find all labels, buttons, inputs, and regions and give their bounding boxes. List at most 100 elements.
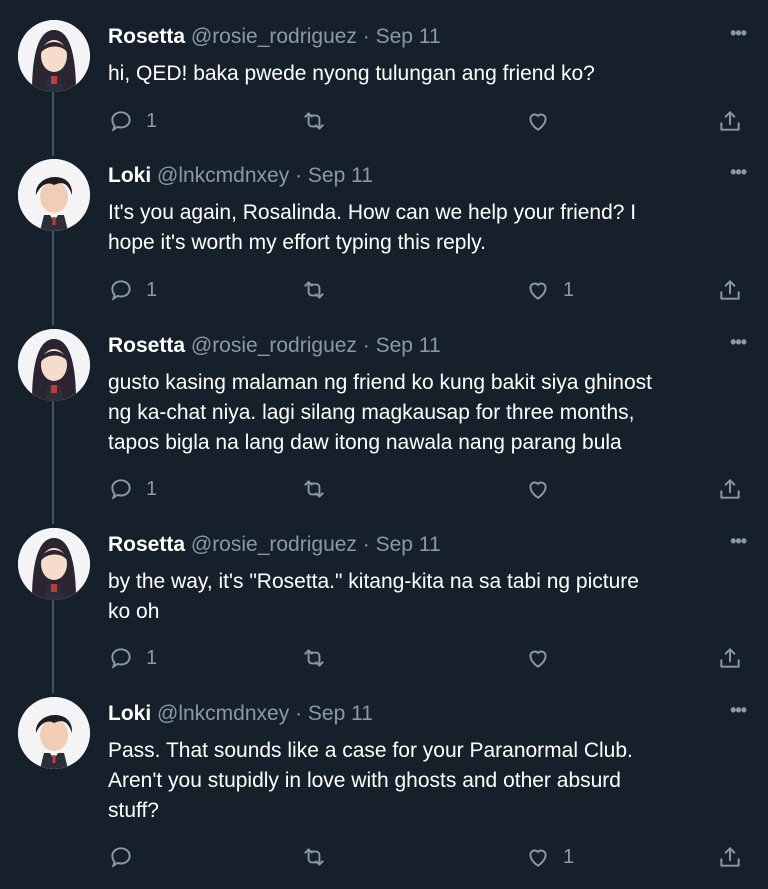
retweet-icon bbox=[304, 281, 324, 299]
share-icon bbox=[720, 479, 740, 499]
tweet-text: Pass. That sounds like a case for your P… bbox=[108, 736, 748, 826]
retweet-button[interactable] bbox=[301, 474, 327, 504]
author-name[interactable]: Loki bbox=[108, 164, 151, 187]
like-button[interactable] bbox=[525, 643, 563, 673]
tweet-header: Rosetta @rosie_rodriguez · Sep 11 bbox=[108, 331, 441, 361]
tweet-actions: 1 bbox=[0, 106, 768, 136]
heart-icon bbox=[529, 849, 547, 867]
tweet-header: Loki @lnkcmdnxey · Sep 11 bbox=[108, 699, 373, 729]
avatar-loki[interactable] bbox=[18, 697, 90, 769]
share-button[interactable] bbox=[717, 275, 743, 305]
separator-dot: · bbox=[362, 25, 370, 48]
more-icon[interactable]: ••• bbox=[730, 333, 747, 351]
tweet-date[interactable]: Sep 11 bbox=[308, 164, 373, 187]
share-button[interactable] bbox=[717, 106, 743, 136]
like-button[interactable] bbox=[525, 474, 563, 504]
more-icon[interactable]: ••• bbox=[730, 701, 747, 719]
tweet-actions: 1 bbox=[0, 474, 768, 504]
reply-icon bbox=[111, 847, 131, 868]
avatar-loki[interactable] bbox=[18, 159, 90, 231]
like-button[interactable] bbox=[525, 106, 563, 136]
reply-button[interactable]: 1 bbox=[108, 474, 157, 504]
more-icon[interactable]: ••• bbox=[730, 532, 747, 550]
reply-count: 1 bbox=[146, 278, 158, 301]
separator-dot: · bbox=[362, 533, 370, 556]
tweet-text-line: Aren't you stupidly in love with ghosts … bbox=[108, 769, 621, 792]
tweet-text-line: It's you again, Rosalinda. How can we he… bbox=[108, 201, 637, 224]
tweet-text-line: gusto kasing malaman ng friend ko kung b… bbox=[108, 371, 652, 394]
tweet-header: Rosetta @rosie_rodriguez · Sep 11 bbox=[108, 530, 441, 560]
author-handle[interactable]: @rosie_rodriguez bbox=[191, 533, 357, 556]
reply-icon bbox=[111, 648, 131, 669]
tweet-actions: 1 bbox=[0, 842, 768, 872]
share-button[interactable] bbox=[717, 842, 743, 872]
tweet-header: Rosetta @rosie_rodriguez · Sep 11 bbox=[108, 22, 441, 52]
retweet-button[interactable] bbox=[301, 842, 327, 872]
reply-icon bbox=[111, 479, 131, 500]
more-icon[interactable]: ••• bbox=[730, 24, 747, 42]
thread-line bbox=[52, 400, 54, 524]
tweet-actions: 1 1 bbox=[0, 275, 768, 305]
like-button[interactable]: 1 bbox=[525, 842, 574, 872]
like-count: 1 bbox=[563, 278, 575, 301]
retweet-button[interactable] bbox=[301, 643, 327, 673]
tweet-date[interactable]: Sep 11 bbox=[376, 25, 441, 48]
retweet-button[interactable] bbox=[301, 106, 327, 136]
tweet-actions: 1 bbox=[0, 643, 768, 673]
tweet-text: hi, QED! baka pwede nyong tulungan ang f… bbox=[108, 59, 748, 89]
reply-button[interactable]: 1 bbox=[108, 643, 157, 673]
author-name[interactable]: Rosetta bbox=[108, 25, 185, 48]
tweet-text-line: by the way, it's "Rosetta." kitang-kita … bbox=[108, 570, 639, 593]
share-icon bbox=[720, 280, 740, 300]
share-button[interactable] bbox=[717, 643, 743, 673]
heart-icon bbox=[529, 650, 547, 668]
retweet-button[interactable] bbox=[301, 275, 327, 305]
retweet-icon bbox=[304, 649, 324, 667]
more-icon[interactable]: ••• bbox=[730, 163, 747, 181]
avatar-rosetta[interactable] bbox=[18, 528, 90, 600]
reply-count: 1 bbox=[146, 109, 158, 132]
separator-dot: · bbox=[295, 702, 303, 725]
author-name[interactable]: Rosetta bbox=[108, 334, 185, 357]
reply-icon bbox=[111, 111, 131, 132]
tweet-date[interactable]: Sep 11 bbox=[308, 702, 373, 725]
share-icon bbox=[720, 111, 740, 131]
like-count: 1 bbox=[563, 845, 575, 868]
reply-count: 1 bbox=[146, 477, 158, 500]
retweet-icon bbox=[304, 848, 324, 866]
author-handle[interactable]: @rosie_rodriguez bbox=[191, 25, 357, 48]
tweet-text-line: hi, QED! baka pwede nyong tulungan ang f… bbox=[108, 62, 595, 85]
separator-dot: · bbox=[362, 334, 370, 357]
author-handle[interactable]: @lnkcmdnxey bbox=[157, 702, 289, 725]
retweet-icon bbox=[304, 112, 324, 130]
share-icon bbox=[720, 847, 740, 867]
heart-icon bbox=[529, 481, 547, 499]
tweet-text-line: stuff? bbox=[108, 799, 159, 822]
author-handle[interactable]: @rosie_rodriguez bbox=[191, 334, 357, 357]
reply-icon bbox=[111, 280, 131, 301]
tweet-text-line: ng ka-chat niya. lagi silang magkausap f… bbox=[108, 401, 635, 424]
like-button[interactable]: 1 bbox=[525, 275, 574, 305]
tweet-text: by the way, it's "Rosetta." kitang-kita … bbox=[108, 567, 748, 627]
reply-button[interactable] bbox=[108, 842, 146, 872]
tweet-text-line: Pass. That sounds like a case for your P… bbox=[108, 739, 633, 762]
share-icon bbox=[720, 648, 740, 668]
author-name[interactable]: Loki bbox=[108, 702, 151, 725]
heart-icon bbox=[529, 113, 547, 131]
reply-button[interactable]: 1 bbox=[108, 106, 157, 136]
avatar-rosetta[interactable] bbox=[18, 20, 90, 92]
tweet-text-line: ko oh bbox=[108, 600, 160, 623]
author-name[interactable]: Rosetta bbox=[108, 533, 185, 556]
tweet-text-line: tapos bigla na lang daw itong nawala nan… bbox=[108, 431, 622, 454]
tweet-header: Loki @lnkcmdnxey · Sep 11 bbox=[108, 161, 373, 191]
reply-button[interactable]: 1 bbox=[108, 275, 157, 305]
tweet-date[interactable]: Sep 11 bbox=[376, 533, 441, 556]
separator-dot: · bbox=[295, 164, 303, 187]
retweet-icon bbox=[304, 480, 324, 498]
share-button[interactable] bbox=[717, 474, 743, 504]
author-handle[interactable]: @lnkcmdnxey bbox=[157, 164, 289, 187]
tweet-text: It's you again, Rosalinda. How can we he… bbox=[108, 198, 748, 258]
avatar-rosetta[interactable] bbox=[18, 329, 90, 401]
tweet-text-line: hope it's worth my effort typing this re… bbox=[108, 231, 486, 254]
tweet-date[interactable]: Sep 11 bbox=[376, 334, 441, 357]
